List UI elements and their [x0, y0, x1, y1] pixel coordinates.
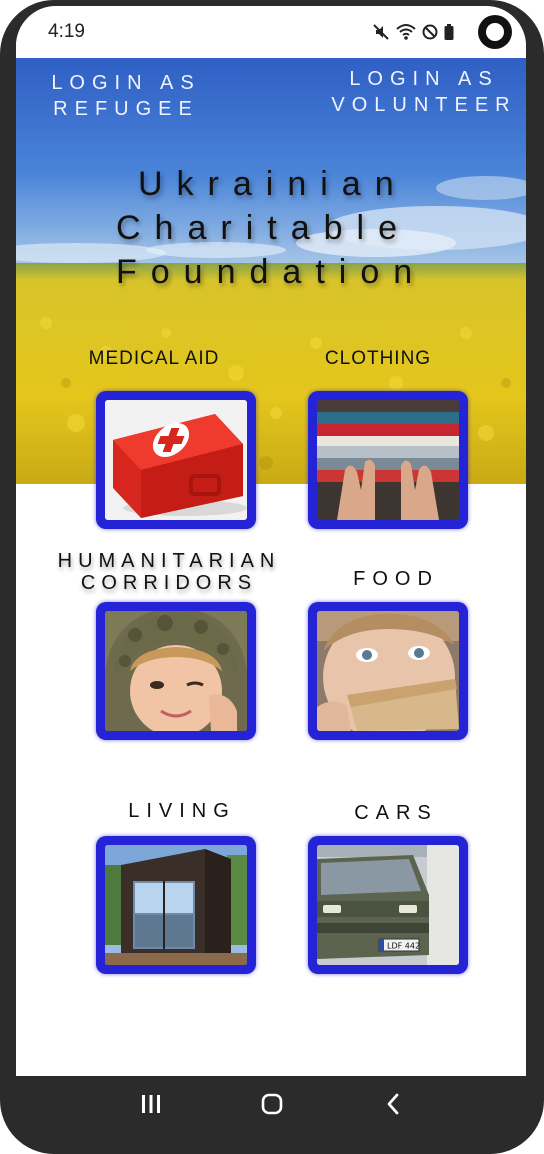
folded-clothes-image	[317, 400, 459, 520]
back-icon	[387, 1093, 399, 1115]
front-camera-icon	[478, 15, 512, 49]
category-label-food: FOOD	[353, 568, 439, 590]
recent-apps-button[interactable]	[131, 1084, 171, 1124]
status-bar: 4:19	[16, 6, 526, 58]
title-line-1: Ukrainian	[138, 165, 408, 203]
foundation-title: Ukrainian Charitable Foundation	[116, 162, 476, 294]
wifi-icon	[396, 24, 416, 40]
category-label-medical-aid: MEDICAL AID	[88, 348, 220, 369]
svg-text:LDF 442: LDF 442	[387, 942, 420, 951]
category-label-cars: CARS	[354, 802, 438, 824]
title-line-2: Charitable	[116, 209, 411, 247]
category-label-humanitarian-corridors: HUMANITARIAN CORRIDORS	[34, 550, 304, 594]
child-eating-bread-image	[317, 611, 459, 731]
modular-house-image	[105, 845, 247, 965]
food-card[interactable]	[308, 602, 468, 740]
dnd-icon	[422, 24, 438, 40]
living-card[interactable]	[96, 836, 256, 974]
recent-apps-icon	[141, 1095, 160, 1113]
app-screen: 4:19 LOGIN AS REFUGEE LOGIN AS VOLUNTEER…	[16, 6, 526, 1076]
humanitarian-corridors-card[interactable]	[96, 602, 256, 740]
battery-icon	[444, 24, 454, 40]
home-icon	[261, 1093, 283, 1115]
status-icons	[372, 15, 512, 49]
category-label-clothing: CLOTHING	[324, 348, 432, 369]
login-as-refugee-link[interactable]: LOGIN AS REFUGEE	[38, 70, 214, 122]
category-label-humanitarian-line1: HUMANITARIAN	[57, 550, 281, 572]
title-line-3: Foundation	[116, 253, 427, 291]
category-label-living: LIVING	[128, 800, 236, 822]
mute-icon	[373, 24, 389, 40]
child-in-helmet-image	[105, 611, 247, 731]
cars-card[interactable]: LDF 442	[308, 836, 468, 974]
home-button[interactable]	[252, 1084, 292, 1124]
system-nav-bar	[0, 1076, 544, 1132]
medical-aid-card[interactable]	[96, 391, 256, 529]
login-as-volunteer-link[interactable]: LOGIN AS VOLUNTEER	[322, 66, 526, 118]
category-label-humanitarian-line2: CORRIDORS	[80, 572, 258, 594]
back-button[interactable]	[373, 1084, 413, 1124]
first-aid-kit-image	[105, 400, 247, 520]
status-time: 4:19	[48, 21, 85, 42]
green-van-image: LDF 442	[317, 845, 459, 965]
clothing-card[interactable]	[308, 391, 468, 529]
